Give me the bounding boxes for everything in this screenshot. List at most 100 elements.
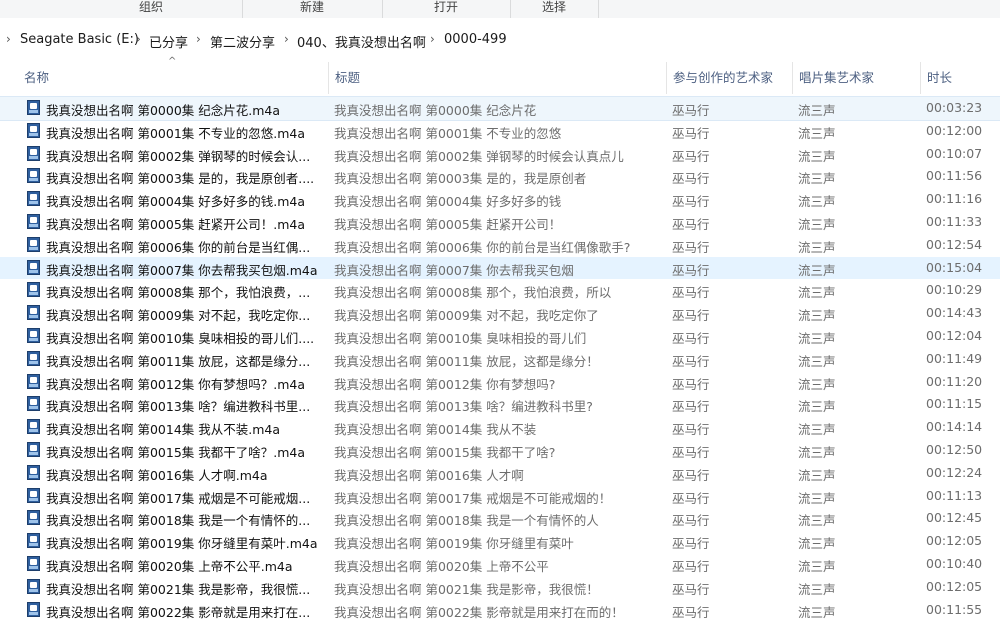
- file-title: 我真没想出名啊 第0010集 臭味相投的哥儿们: [334, 330, 587, 346]
- file-row[interactable]: 我真没想出名啊 第0020集 上帝不公平.m4a 我真没想出名啊 第0020集 上…: [0, 553, 1000, 576]
- audio-file-icon: [27, 578, 40, 594]
- file-artist: 巫马行: [672, 490, 710, 506]
- file-row[interactable]: 我真没想出名啊 第0008集 那个，我怕浪费，... 我真没想出名啊 第0008集…: [0, 279, 1000, 302]
- file-album-artist: 流三声: [798, 604, 836, 620]
- column-album-artist[interactable]: 唱片集艺术家: [792, 62, 920, 94]
- file-artist: 巫马行: [672, 125, 710, 141]
- file-name: 我真没想出名啊 第0008集 那个，我怕浪费，...: [46, 285, 311, 301]
- audio-file-icon: [27, 419, 40, 435]
- file-row[interactable]: 我真没想出名啊 第0005集 赶紧开公司！.m4a 我真没想出名啊 第0005集 …: [0, 211, 1000, 234]
- file-row[interactable]: 我真没想出名啊 第0015集 我都干了啥？.m4a 我真没想出名啊 第0015集 …: [0, 439, 1000, 462]
- ribbon-group-select[interactable]: 选择: [510, 0, 599, 18]
- file-artist: 巫马行: [672, 353, 710, 369]
- column-name[interactable]: 名称: [18, 62, 328, 94]
- file-title: 我真没想出名啊 第0006集 你的前台是当红偶像歌手?: [334, 239, 631, 255]
- file-artist: 巫马行: [672, 444, 710, 460]
- file-duration: 00:14:14: [926, 419, 983, 435]
- file-row[interactable]: 我真没想出名啊 第0000集 纪念片花.m4a 我真没想出名啊 第0000集 纪念…: [0, 96, 1000, 121]
- file-duration: 00:11:49: [926, 350, 983, 366]
- file-album-artist: 流三声: [798, 467, 836, 483]
- file-album-artist: 流三声: [798, 216, 836, 232]
- file-row[interactable]: 我真没想出名啊 第0018集 我是一个有情怀的... 我真没想出名啊 第0018集…: [0, 507, 1000, 530]
- file-artist: 巫马行: [672, 558, 710, 574]
- file-name: 我真没想出名啊 第0002集 弹钢琴的时候会认...: [46, 148, 311, 164]
- chevron-right-icon[interactable]: ›: [136, 32, 141, 46]
- ribbon-group-open[interactable]: 打开: [382, 0, 511, 18]
- file-row[interactable]: 我真没想出名啊 第0001集 不专业的忽悠.m4a 我真没想出名啊 第0001集 …: [0, 120, 1000, 143]
- column-artist[interactable]: 参与创作的艺术家: [666, 62, 792, 94]
- file-row[interactable]: 我真没想出名啊 第0010集 臭味相投的哥儿们.... 我真没想出名啊 第0010…: [0, 325, 1000, 348]
- file-row[interactable]: 我真没想出名啊 第0002集 弹钢琴的时候会认... 我真没想出名啊 第0002集…: [0, 143, 1000, 166]
- file-duration: 00:10:07: [926, 145, 983, 161]
- file-title: 我真没想出名啊 第0005集 赶紧开公司！: [334, 216, 562, 232]
- chevron-right-icon[interactable]: ›: [284, 32, 289, 46]
- file-row[interactable]: 我真没想出名啊 第0011集 放屁，这都是缘分... 我真没想出名啊 第0011集…: [0, 348, 1000, 371]
- file-duration: 00:12:05: [926, 533, 983, 549]
- file-artist: 巫马行: [672, 285, 710, 301]
- file-row[interactable]: 我真没想出名啊 第0007集 你去帮我买包烟.m4a 我真没想出名啊 第0007集…: [0, 256, 1000, 280]
- file-artist: 巫马行: [672, 171, 710, 187]
- chevron-right-icon[interactable]: ›: [196, 32, 201, 46]
- file-title: 我真没想出名啊 第0009集 对不起，我吃定你了: [334, 308, 599, 324]
- file-row[interactable]: 我真没想出名啊 第0016集 人才啊.m4a 我真没想出名啊 第0016集 人才啊…: [0, 462, 1000, 485]
- file-artist: 巫马行: [672, 399, 710, 415]
- file-artist: 巫马行: [672, 308, 710, 324]
- file-row[interactable]: 我真没想出名啊 第0013集 啥？编进教科书里... 我真没想出名啊 第0013集…: [0, 393, 1000, 416]
- file-duration: 00:12:54: [926, 236, 983, 252]
- ribbon-group-new[interactable]: 新建: [242, 0, 383, 18]
- file-album-artist: 流三声: [798, 308, 836, 324]
- file-title: 我真没想出名啊 第0004集 好多好多的钱: [334, 194, 562, 210]
- file-duration: 00:11:56: [926, 168, 983, 184]
- file-duration: 00:14:43: [926, 305, 983, 321]
- file-artist: 巫马行: [672, 422, 710, 438]
- file-row[interactable]: 我真没想出名啊 第0012集 你有梦想吗？.m4a 我真没想出名啊 第0012集 …: [0, 371, 1000, 394]
- breadcrumb-shared[interactable]: 已分享: [149, 32, 188, 51]
- file-duration: 00:11:15: [926, 396, 983, 412]
- chevron-right-icon[interactable]: ›: [430, 32, 435, 46]
- file-album-artist: 流三声: [798, 490, 836, 506]
- file-album-artist: 流三声: [798, 239, 836, 255]
- file-album-artist: 流三声: [798, 444, 836, 460]
- file-artist: 巫马行: [672, 467, 710, 483]
- file-name: 我真没想出名啊 第0016集 人才啊.m4a: [46, 467, 268, 483]
- file-name: 我真没想出名啊 第0007集 你去帮我买包烟.m4a: [46, 262, 318, 278]
- file-row[interactable]: 我真没想出名啊 第0004集 好多好多的钱.m4a 我真没想出名啊 第0004集 …: [0, 188, 1000, 211]
- breadcrumb-range-folder[interactable]: 0000-499: [444, 32, 507, 47]
- breadcrumb-second-wave[interactable]: 第二波分享: [210, 32, 275, 51]
- file-title: 我真没想出名啊 第0015集 我都干了啥?: [334, 444, 556, 460]
- file-name: 我真没想出名啊 第0009集 对不起，我吃定你...: [46, 308, 311, 324]
- file-duration: 00:11:33: [926, 213, 983, 229]
- file-row[interactable]: 我真没想出名啊 第0003集 是的，我是原创者.... 我真没想出名啊 第0003…: [0, 165, 1000, 188]
- audio-file-icon: [27, 510, 40, 526]
- file-row[interactable]: 我真没想出名啊 第0006集 你的前台是当红偶... 我真没想出名啊 第0006集…: [0, 234, 1000, 257]
- file-duration: 00:11:55: [926, 601, 983, 617]
- breadcrumb-drive[interactable]: Seagate Basic (E:): [20, 32, 139, 47]
- file-duration: 00:12:24: [926, 464, 983, 480]
- file-title: 我真没想出名啊 第0002集 弹钢琴的时候会认真点儿: [334, 148, 624, 164]
- column-duration[interactable]: 时长: [920, 62, 1000, 94]
- file-row[interactable]: 我真没想出名啊 第0009集 对不起，我吃定你... 我真没想出名啊 第0009集…: [0, 302, 1000, 325]
- file-artist: 巫马行: [672, 103, 710, 118]
- file-row[interactable]: 我真没想出名啊 第0021集 我是影帝，我很慌... 我真没想出名啊 第0021集…: [0, 576, 1000, 599]
- ribbon-group-organize[interactable]: 组织: [60, 0, 243, 18]
- audio-file-icon: [27, 236, 40, 252]
- file-name: 我真没想出名啊 第0010集 臭味相投的哥儿们....: [46, 330, 315, 346]
- file-row[interactable]: 我真没想出名啊 第0014集 我从不装.m4a 我真没想出名啊 第0014集 我从…: [0, 416, 1000, 439]
- audio-file-icon: [27, 213, 40, 229]
- file-album-artist: 流三声: [798, 103, 836, 118]
- audio-file-icon: [27, 100, 40, 115]
- file-title: 我真没想出名啊 第0001集 不专业的忽悠: [334, 125, 562, 141]
- audio-file-icon: [27, 533, 40, 549]
- audio-file-icon: [27, 282, 40, 298]
- file-artist: 巫马行: [672, 239, 710, 255]
- breadcrumb-series-folder[interactable]: 040、我真没想出名啊: [297, 32, 426, 51]
- file-name: 我真没想出名啊 第0021集 我是影帝，我很慌...: [46, 581, 311, 597]
- audio-file-icon: [27, 601, 40, 617]
- column-title[interactable]: 标题: [328, 62, 666, 94]
- chevron-right-icon[interactable]: ›: [6, 32, 11, 46]
- address-bar[interactable]: › Seagate Basic (E:) › 已分享 › 第二波分享 › 040…: [0, 18, 1000, 62]
- file-row[interactable]: 我真没想出名啊 第0022集 影帝就是用来打在... 我真没想出名啊 第0022集…: [0, 599, 1000, 621]
- file-row[interactable]: 我真没想出名啊 第0017集 戒烟是不可能戒烟... 我真没想出名啊 第0017集…: [0, 485, 1000, 508]
- file-row[interactable]: 我真没想出名啊 第0019集 你牙缝里有菜叶.m4a 我真没想出名啊 第0019集…: [0, 530, 1000, 553]
- file-artist: 巫马行: [672, 330, 710, 346]
